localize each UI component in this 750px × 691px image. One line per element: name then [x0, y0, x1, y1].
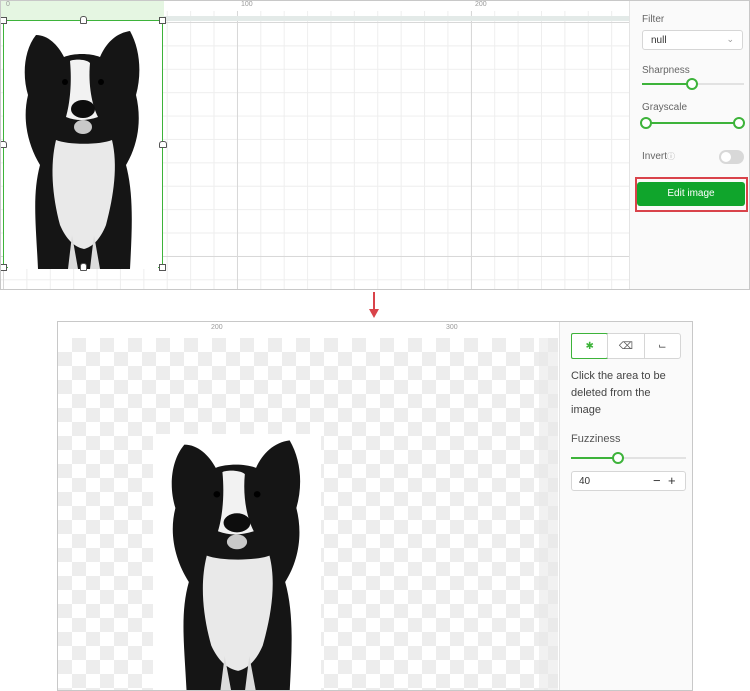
canvas-shadow — [539, 338, 558, 690]
canvas-editor-panel: 0 100 200 Filter null ⌄ Sharpness Graysc… — [0, 0, 750, 290]
resize-handle-top-right[interactable] — [159, 17, 166, 24]
ruler-label: 200 — [211, 324, 223, 331]
minus-icon[interactable]: − — [653, 473, 661, 488]
fuzziness-fill — [571, 457, 618, 459]
image-editor-sidebar: ✱ ⌫ ⌙ Click the area to be deleted from … — [559, 322, 692, 690]
resize-handle-top-left[interactable] — [1, 17, 7, 24]
properties-sidebar: Filter null ⌄ Sharpness Grayscale Invert… — [629, 1, 749, 289]
plus-icon[interactable]: + — [668, 473, 676, 488]
magic-wand-icon[interactable]: ✱ — [571, 333, 609, 359]
eraser-icon[interactable]: ⌫ — [607, 334, 643, 358]
arrow-down-icon — [369, 292, 379, 318]
resize-handle-bottom[interactable] — [80, 263, 87, 271]
ruler-label: 200 — [475, 1, 487, 8]
ruler-label: 100 — [241, 1, 253, 8]
image-editor-panel: 200 300 ✱ ⌫ ⌙ Click the area to be delet… — [57, 321, 693, 691]
horizontal-ruler: 200 300 — [58, 322, 558, 338]
dog-photo — [8, 25, 158, 269]
grayscale-label: Grayscale — [642, 102, 688, 113]
tool-group: ✱ ⌫ ⌙ — [571, 333, 681, 359]
resize-handle-top[interactable] — [80, 16, 87, 24]
chevron-down-icon: ⌄ — [726, 34, 734, 44]
horizontal-ruler: 0 100 200 — [1, 1, 629, 20]
sharpness-label: Sharpness — [642, 65, 690, 76]
filter-label: Filter — [642, 14, 665, 25]
fuzziness-input[interactable]: 40 − + — [571, 471, 686, 491]
ruler-label: 300 — [446, 324, 458, 331]
invert-label: Invertⓘ — [642, 151, 676, 162]
fuzziness-slider-handle[interactable] — [612, 452, 624, 464]
ruler-label: 0 — [6, 1, 10, 8]
resize-handle-left[interactable] — [1, 141, 7, 148]
resize-handle-right[interactable] — [159, 141, 167, 148]
edit-image-button[interactable]: Edit image — [637, 182, 745, 206]
filter-value: null — [651, 35, 667, 46]
grayscale-fill — [646, 122, 739, 124]
resize-handle-bottom-right[interactable] — [159, 264, 166, 271]
sharpness-fill — [642, 83, 691, 85]
grayscale-max-handle[interactable] — [733, 117, 745, 129]
sharpness-slider-handle[interactable] — [686, 78, 698, 90]
grayscale-min-handle[interactable] — [640, 117, 652, 129]
selected-image[interactable] — [1, 16, 167, 271]
tool-hint: Click the area to be deleted from the im… — [571, 370, 666, 416]
invert-toggle[interactable] — [719, 150, 744, 164]
guide-line — [164, 16, 629, 21]
dog-photo[interactable] — [153, 434, 321, 690]
resize-handle-bottom-left[interactable] — [1, 264, 7, 271]
info-icon: ⓘ — [667, 152, 676, 161]
crop-icon[interactable]: ⌙ — [643, 334, 680, 358]
fuzziness-value: 40 — [579, 476, 591, 487]
fuzziness-label: Fuzziness — [571, 433, 621, 445]
filter-select[interactable]: null ⌄ — [642, 30, 743, 50]
